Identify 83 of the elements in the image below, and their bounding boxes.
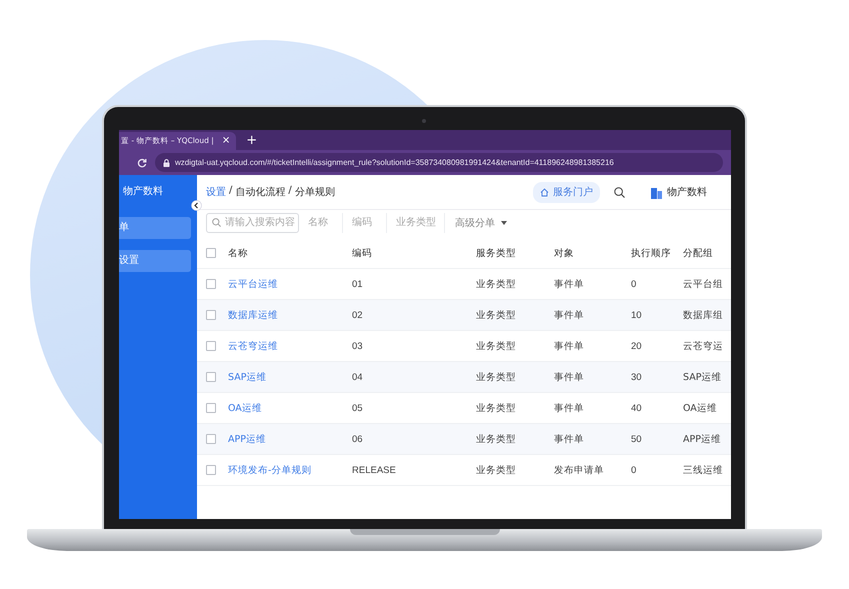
breadcrumb-item: 自动化流程: [235, 186, 286, 199]
checkbox[interactable]: [206, 310, 216, 320]
table-cell: 业务类型: [476, 310, 516, 320]
checkbox[interactable]: [206, 465, 216, 475]
rule-name-link[interactable]: APP运维: [228, 434, 266, 444]
sidebar-item[interactable]: 单: [119, 217, 191, 239]
table-cell: 业务类型: [476, 464, 516, 476]
sidebar-title: 物产数料: [122, 184, 164, 198]
column-header[interactable]: 执行顺序: [631, 248, 671, 258]
column-header[interactable]: 编码: [352, 248, 372, 258]
table-cell: 业务类型: [476, 340, 516, 352]
address-field[interactable]: wzdigtal-uat.yqcloud.com/#/ticketIntelli/assignment_rule?solutionId=358734080981991424&tenantId=411896248981385216: [155, 153, 723, 172]
checkbox[interactable]: [206, 403, 216, 413]
rule-name-link[interactable]: 云平台运维: [228, 278, 278, 290]
table-cell: 40: [631, 402, 642, 414]
caret-icon: [501, 220, 507, 224]
home-icon: [540, 188, 549, 196]
search-icon: [212, 218, 221, 227]
table-cell: OA运维: [683, 402, 717, 414]
column-header[interactable]: 对象: [554, 248, 574, 258]
filter-field[interactable]: 业务类型: [393, 212, 445, 232]
table-cell: 事件单: [554, 310, 584, 320]
table-cell: 事件单: [554, 340, 584, 352]
table-cell: 0: [631, 278, 636, 290]
breadcrumb-separator: /: [288, 185, 292, 198]
table-cell: 事件单: [554, 402, 584, 414]
rule-name-link[interactable]: OA运维: [228, 402, 262, 414]
table-cell: 06: [352, 434, 363, 444]
breadcrumb-link[interactable]: 设置: [206, 185, 226, 199]
table-cell: 04: [352, 372, 363, 382]
table-cell: 事件单: [554, 434, 584, 444]
lock-icon: [163, 158, 170, 166]
filter-field[interactable]: 名称: [305, 212, 343, 232]
sidebar-item[interactable]: 设置: [119, 250, 191, 272]
table-cell: 01: [352, 278, 363, 290]
checkbox[interactable]: [206, 434, 216, 444]
table-cell: 50: [631, 434, 642, 444]
search-icon[interactable]: [614, 186, 625, 198]
filter-field[interactable]: 编码: [349, 212, 387, 232]
building-icon: [651, 186, 662, 198]
table-cell: 三线运维: [683, 464, 723, 476]
table-cell: 业务类型: [476, 434, 516, 444]
breadcrumb-separator: /: [229, 185, 232, 198]
table-cell: SAP运维: [683, 372, 722, 382]
table-cell: 业务类型: [476, 278, 516, 290]
table-cell: APP运维: [683, 434, 721, 444]
table-cell: 业务类型: [476, 372, 516, 382]
advanced-filter-dropdown[interactable]: 高级分单: [451, 216, 511, 230]
url-text: wzdigtal-uat.yqcloud.com/#/ticketIntelli/assignment_rule?solutionId=358734080981991424&tenantId=411896248981385216: [175, 158, 614, 167]
tab-close-button[interactable]: ×: [222, 136, 230, 146]
breadcrumb-item: 分单规则: [294, 186, 335, 199]
table-cell: 数据库组: [683, 310, 723, 320]
column-header[interactable]: 分配组: [683, 248, 713, 258]
rule-name-link[interactable]: 云苍穹运维: [228, 340, 278, 352]
table-cell: 云苍穹运: [683, 340, 723, 352]
table-cell: 05: [352, 402, 363, 414]
reload-icon[interactable]: [137, 158, 147, 168]
table-cell: 事件单: [554, 372, 584, 382]
new-tab-button[interactable]: +: [246, 132, 258, 150]
collapse-icon[interactable]: [191, 200, 202, 211]
table-cell: 03: [352, 340, 363, 352]
table-cell: 20: [631, 340, 642, 352]
checkbox[interactable]: [206, 372, 216, 382]
table-cell: 事件单: [554, 278, 584, 290]
account-name[interactable]: 物产数料: [667, 185, 707, 199]
portal-button[interactable]: 服务门户: [533, 182, 600, 202]
table-cell: 0: [631, 464, 636, 476]
table-cell: 云平台组: [683, 278, 723, 290]
rule-name-link[interactable]: 数据库运维: [228, 310, 278, 320]
checkbox[interactable]: [206, 248, 216, 258]
rule-name-link[interactable]: SAP运维: [228, 372, 266, 382]
table-cell: 发布申请单: [554, 464, 604, 476]
table-cell: 02: [352, 310, 363, 320]
table-cell: 10: [631, 310, 642, 320]
checkbox[interactable]: [206, 341, 216, 351]
checkbox[interactable]: [206, 279, 216, 289]
column-header[interactable]: 服务类型: [476, 248, 516, 258]
webcam-icon: [422, 119, 426, 123]
table-cell: 业务类型: [476, 402, 516, 414]
column-header[interactable]: 名称: [228, 248, 248, 258]
table-cell: RELEASE: [352, 464, 396, 476]
rule-name-link[interactable]: 环境发布-分单规则: [228, 464, 312, 476]
table-cell: 30: [631, 372, 642, 382]
